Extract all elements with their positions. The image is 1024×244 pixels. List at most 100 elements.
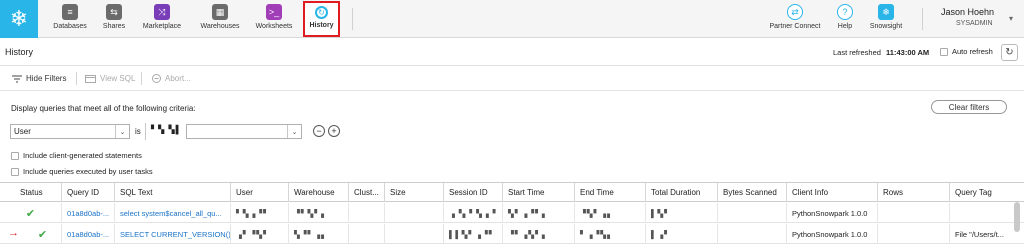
column-header-status[interactable]: Status: [0, 183, 62, 202]
filter-panel: Display queries that meet all of the fol…: [0, 92, 1024, 181]
column-header-end-time[interactable]: End Time: [575, 183, 646, 202]
last-refreshed-label: Last refreshed: [833, 48, 881, 57]
column-header-user[interactable]: User: [231, 183, 289, 202]
cell-cluster: [349, 224, 385, 244]
filter-lines-icon: [12, 75, 22, 82]
remove-filter-icon[interactable]: −: [313, 125, 325, 137]
cell-start-time: ▝▘▗▚▘▖: [503, 224, 575, 244]
nav-label: Databases: [53, 23, 87, 30]
abort-button[interactable]: Abort...: [152, 74, 191, 83]
clear-filters-button[interactable]: Clear filters: [931, 100, 1007, 114]
chevron-down-icon[interactable]: ▾: [1009, 14, 1013, 23]
include-client-option[interactable]: Include client-generated statements: [11, 151, 142, 160]
include-tasks-option[interactable]: Include queries executed by user tasks: [11, 167, 153, 176]
pointer-arrow-icon: →: [8, 227, 19, 239]
success-check-icon: ✔: [24, 224, 62, 244]
filter-divider: [145, 123, 146, 140]
shares-icon: ⇆: [106, 4, 122, 20]
last-refreshed: Last refreshed 11:43:00 AM: [833, 48, 929, 57]
nav-worksheets[interactable]: >_ Worksheets: [253, 2, 295, 36]
warehouse-icon: ▦: [212, 4, 228, 20]
table-scrollbar[interactable]: [1014, 202, 1020, 232]
include-client-label: Include client-generated statements: [23, 151, 142, 160]
auto-refresh-checkbox[interactable]: [940, 47, 948, 56]
column-header-bytes-scanned[interactable]: Bytes Scanned: [718, 183, 787, 202]
sql-text-link[interactable]: select system$cancel_all_qu...: [115, 203, 231, 223]
sql-text-link[interactable]: SELECT CURRENT_VERSION(): [115, 224, 231, 244]
cell-end-time: ▝▚▘▗▖: [575, 203, 646, 223]
column-header-start-time[interactable]: Start Time: [503, 183, 575, 202]
column-header-query-tag[interactable]: Query Tag: [950, 183, 1024, 202]
cell-session-id: ▌▌▚▘▗▝▘: [444, 224, 503, 244]
cell-client-info: PythonSnowpark 1.0.0: [787, 203, 878, 223]
refresh-button[interactable]: ↻: [1001, 44, 1018, 61]
database-icon: ≡: [62, 4, 78, 20]
filter-field-select[interactable]: User ⌄: [10, 124, 130, 139]
column-header-size[interactable]: Size: [385, 183, 444, 202]
cell-total-duration: ▌▚▘: [646, 203, 718, 223]
hide-filters-button[interactable]: Hide Filters: [12, 74, 66, 83]
cell-bytes-scanned: [718, 203, 787, 223]
snowflake-logo-icon[interactable]: ❄: [0, 0, 38, 38]
column-header-session-id[interactable]: Session ID: [444, 183, 503, 202]
column-header-cluster[interactable]: Clust...: [349, 183, 385, 202]
filter-operator: is: [135, 127, 141, 136]
query-id-link[interactable]: 01a8d0ab-...: [62, 224, 115, 244]
query-history-table: Status Query ID SQL Text User Warehouse …: [0, 182, 1024, 244]
snowsight-icon: ❄: [878, 4, 894, 20]
nav-snowsight[interactable]: ❄ Snowsight: [866, 2, 906, 36]
nav-shares[interactable]: ⇆ Shares: [99, 2, 129, 36]
cell-client-info: PythonSnowpark 1.0.0: [787, 224, 878, 244]
hide-filters-label: Hide Filters: [26, 74, 67, 83]
cell-end-time: ▘▗▝▚▖: [575, 224, 646, 244]
include-tasks-checkbox[interactable]: [11, 167, 19, 176]
include-client-checkbox[interactable]: [11, 151, 19, 160]
column-header-query-id[interactable]: Query ID: [62, 183, 115, 202]
auto-refresh-toggle[interactable]: Auto refresh: [940, 47, 993, 56]
abort-label: Abort...: [165, 74, 191, 83]
chevron-down-icon: ⌄: [115, 125, 129, 138]
filter-field-value: User: [14, 127, 31, 136]
toolbar-divider: [141, 72, 142, 85]
history-header: History Last refreshed 11:43:00 AM Auto …: [0, 38, 1024, 66]
nav-history[interactable]: ↻ History: [303, 1, 340, 37]
column-header-client-info[interactable]: Client Info: [787, 183, 878, 202]
cell-bytes-scanned: [718, 224, 787, 244]
nav-help[interactable]: ? Help: [834, 2, 856, 36]
cell-user: ▗▘▝▚▘: [231, 224, 289, 244]
table-row[interactable]: → ✔ 01a8d0ab-... SELECT CURRENT_VERSION(…: [0, 224, 1024, 244]
query-id-link[interactable]: 01a8d0ab-...: [62, 203, 115, 223]
view-sql-button[interactable]: View SQL: [85, 74, 135, 83]
column-header-warehouse[interactable]: Warehouse: [289, 183, 349, 202]
auto-refresh-label: Auto refresh: [952, 47, 993, 56]
column-header-sql-text[interactable]: SQL Text: [115, 183, 231, 202]
user-name[interactable]: Jason Hoehn: [941, 7, 994, 17]
cell-cluster: [349, 203, 385, 223]
nav-label: History: [309, 22, 334, 29]
cell-warehouse: ▚▝▘▗▖: [289, 224, 349, 244]
table-row[interactable]: ✔ 01a8d0ab-... select system$cancel_all_…: [0, 203, 1024, 223]
toolbar-divider: [76, 72, 77, 85]
column-header-total-duration[interactable]: Total Duration: [646, 183, 718, 202]
column-header-rows[interactable]: Rows: [878, 183, 950, 202]
cell-start-time: ▚▘▗▝▘▖: [503, 203, 575, 223]
nav-divider: [922, 8, 923, 30]
filter-value-select[interactable]: ⌄: [186, 124, 302, 139]
chevron-down-icon: ⌄: [287, 125, 301, 138]
success-check-icon: ✔: [0, 203, 62, 223]
table-header: Status Query ID SQL Text User Warehouse …: [0, 183, 1024, 202]
nav-databases[interactable]: ≡ Databases: [52, 2, 88, 36]
nav-divider: [352, 8, 353, 30]
nav-marketplace[interactable]: ⤨ Marketplace: [141, 2, 183, 36]
nav-partner-connect[interactable]: ⇄ Partner Connect: [766, 2, 824, 36]
cell-query-tag: [950, 203, 1010, 223]
add-filter-icon[interactable]: +: [328, 125, 340, 137]
history-toolbar: Hide Filters View SQL Abort...: [0, 67, 1024, 91]
nav-warehouses[interactable]: ▦ Warehouses: [199, 2, 241, 36]
cell-rows: [878, 203, 950, 223]
cell-query-tag: File "/Users/t...: [955, 229, 1004, 239]
top-navigation: ❄ ≡ Databases ⇆ Shares ⤨ Marketplace ▦ W…: [0, 0, 1024, 38]
filter-user-masked: ▘▚ ▚▌: [151, 125, 183, 134]
last-refreshed-time: 11:43:00 AM: [886, 48, 930, 57]
nav-label: Help: [837, 23, 853, 30]
